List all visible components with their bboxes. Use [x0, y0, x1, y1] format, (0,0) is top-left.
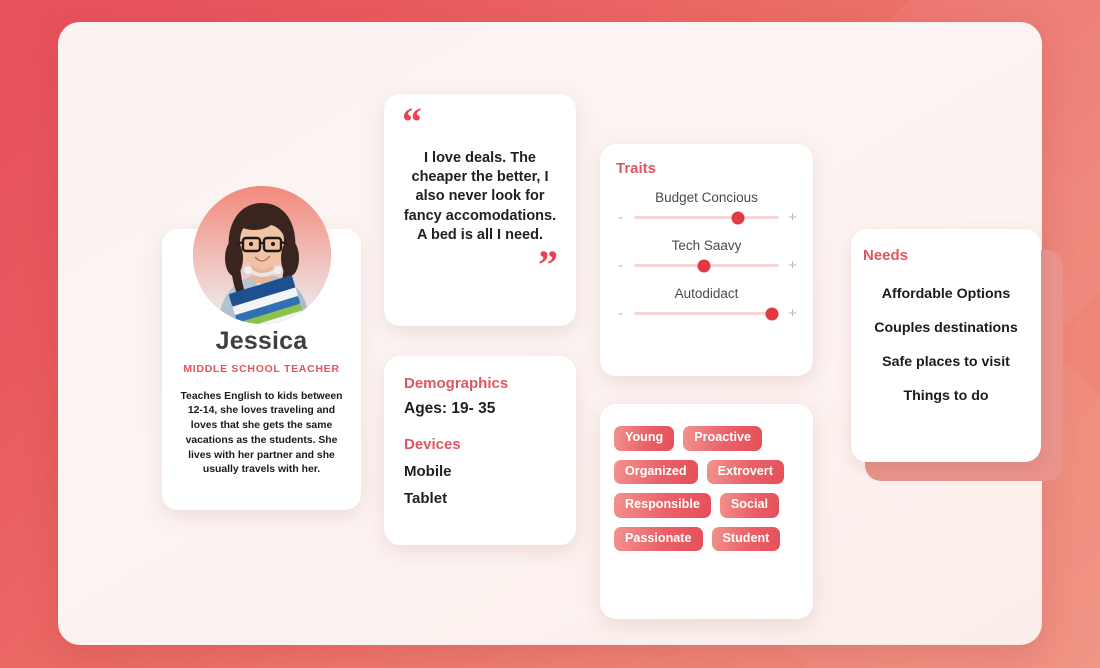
- demographics-title: Demographics: [404, 375, 509, 392]
- need-item: Affordable Options: [881, 286, 1011, 302]
- trait-row: Budget Concious - +: [616, 190, 797, 225]
- device-item: Mobile: [404, 463, 452, 480]
- trait-slider[interactable]: - +: [616, 306, 797, 321]
- quote-close-icon: ”: [538, 242, 558, 288]
- tags-card: Young Proactive Organized Extrovert Resp…: [600, 404, 813, 619]
- quote-text: I love deals. The cheaper the better, I …: [403, 149, 557, 243]
- demographics-card: Demographics Ages: 19- 35 Devices Mobile…: [384, 356, 576, 545]
- tag-chip[interactable]: Proactive: [683, 426, 762, 451]
- tag-row: Passionate Student: [614, 526, 799, 552]
- needs-card-group: Needs Affordable Options Couples destina…: [851, 229, 1063, 481]
- tag-row: Organized Extrovert: [614, 459, 799, 485]
- increment-icon[interactable]: +: [788, 210, 797, 225]
- traits-card: Traits Budget Concious - + Tech Saavy -: [600, 144, 813, 376]
- persona-panel: Jessica MIDDLE SCHOOL TEACHER Teaches En…: [58, 22, 1063, 645]
- trait-label: Budget Concious: [655, 190, 758, 205]
- device-item: Tablet: [404, 490, 448, 507]
- trait-row: Tech Saavy - +: [616, 238, 797, 273]
- traits-title: Traits: [616, 160, 657, 177]
- decrement-icon[interactable]: -: [616, 258, 625, 273]
- tag-row: Young Proactive: [614, 426, 799, 451]
- person-bio: Teaches English to kids between 12-14, s…: [180, 390, 343, 476]
- tag-chip[interactable]: Social: [719, 493, 779, 518]
- avatar-illustration: [192, 186, 331, 324]
- trait-slider[interactable]: - +: [616, 210, 797, 225]
- tag-chip[interactable]: Extrovert: [706, 459, 784, 485]
- quote-open-icon: “: [402, 99, 422, 144]
- quote-card: “ I love deals. The cheaper the better, …: [384, 94, 576, 326]
- decrement-icon[interactable]: -: [616, 306, 625, 321]
- needs-card: Needs Affordable Options Couples destina…: [851, 229, 1041, 462]
- slider-knob[interactable]: [765, 307, 779, 320]
- need-item: Things to do: [903, 388, 989, 404]
- person-name: Jessica: [215, 327, 308, 355]
- trait-slider[interactable]: - +: [616, 258, 797, 273]
- tag-row: Responsible Social: [614, 493, 799, 518]
- trait-row: Autodidact - +: [616, 286, 797, 321]
- tag-chip[interactable]: Responsible: [614, 493, 711, 518]
- person-card: Jessica MIDDLE SCHOOL TEACHER Teaches En…: [162, 186, 361, 510]
- increment-icon[interactable]: +: [788, 258, 797, 273]
- tag-chip[interactable]: Organized: [614, 459, 698, 485]
- avatar: [192, 186, 331, 324]
- need-item: Safe places to visit: [882, 354, 1010, 370]
- slider-track[interactable]: [634, 307, 779, 320]
- tag-chip[interactable]: Young: [614, 426, 675, 451]
- tag-chip[interactable]: Passionate: [614, 526, 703, 552]
- increment-icon[interactable]: +: [788, 306, 797, 321]
- trait-label: Tech Saavy: [671, 238, 742, 253]
- demographics-ages: Ages: 19- 35: [404, 400, 496, 417]
- trait-label: Autodidact: [674, 286, 739, 301]
- person-role: MIDDLE SCHOOL TEACHER: [183, 363, 340, 375]
- decrement-icon[interactable]: -: [616, 210, 625, 225]
- slider-knob[interactable]: [731, 211, 745, 224]
- slider-track[interactable]: [634, 211, 779, 224]
- persona-canvas: Jessica MIDDLE SCHOOL TEACHER Teaches En…: [0, 0, 1100, 668]
- slider-track[interactable]: [634, 259, 779, 272]
- slider-knob[interactable]: [697, 259, 711, 272]
- need-item: Couples destinations: [874, 320, 1018, 336]
- tag-chip[interactable]: Student: [711, 526, 781, 552]
- needs-title: Needs: [863, 247, 909, 264]
- devices-title: Devices: [404, 436, 461, 453]
